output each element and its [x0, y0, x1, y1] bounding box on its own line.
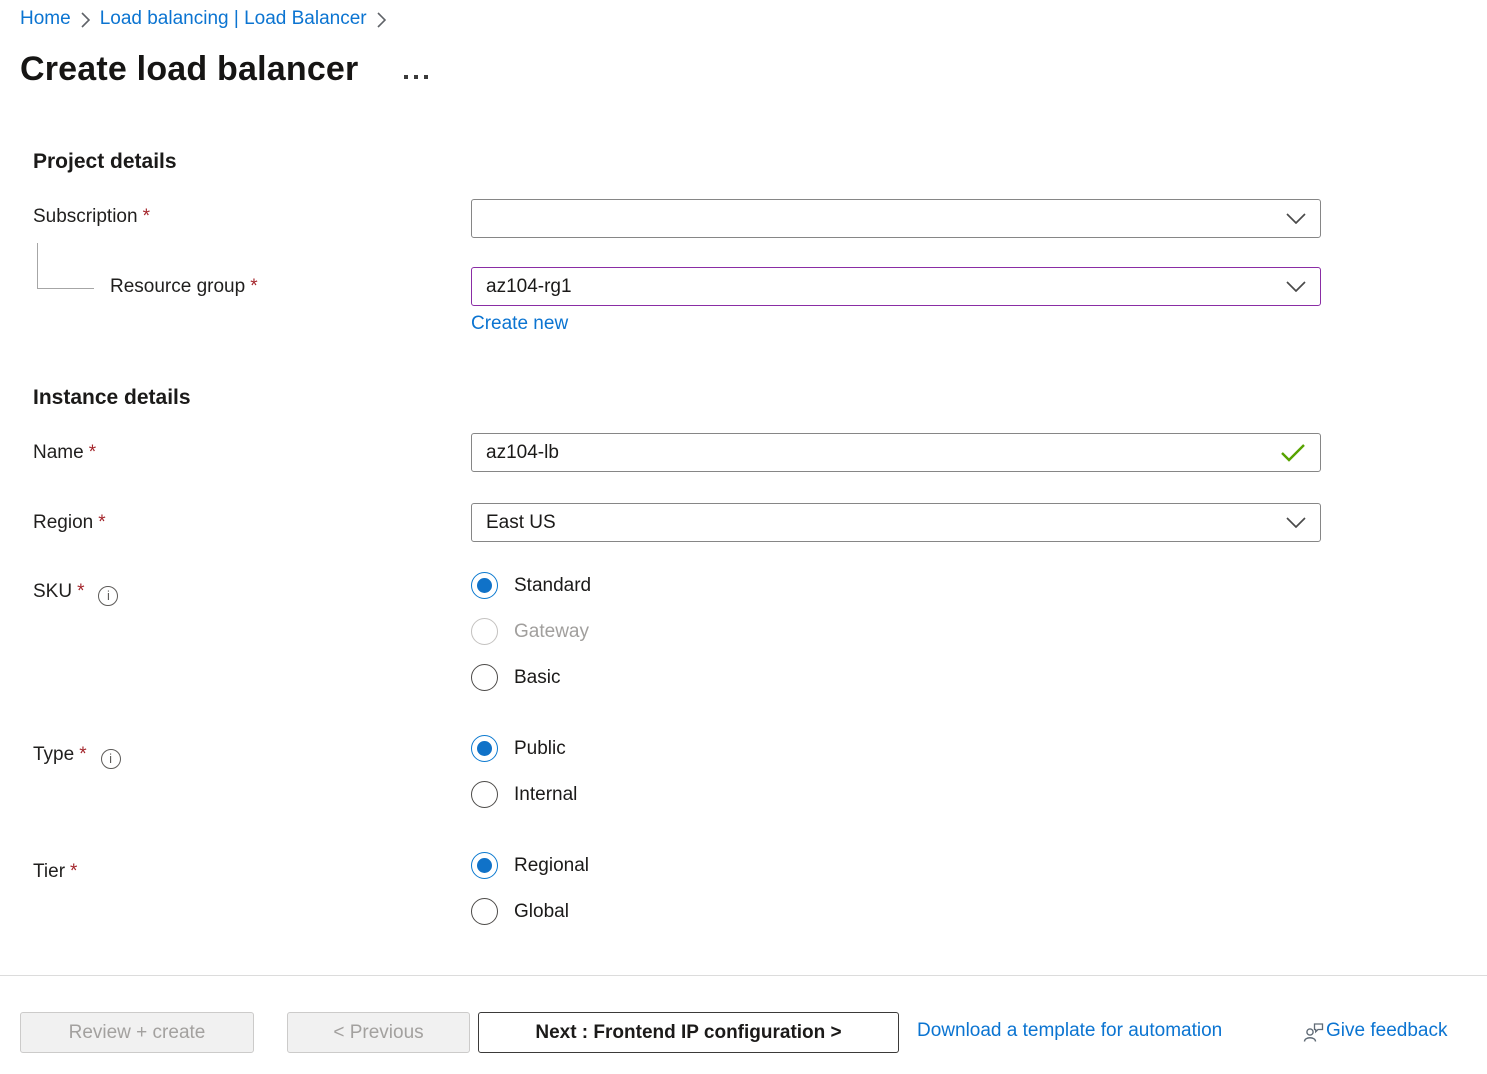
radio-basic[interactable]: Basic [471, 664, 591, 691]
required-asterisk: * [143, 206, 150, 227]
section-heading-instance-details: Instance details [33, 386, 191, 410]
radio-button-icon [471, 618, 498, 645]
section-heading-project-details: Project details [33, 150, 177, 174]
connector-line [37, 288, 94, 289]
region-value: East US [486, 512, 1278, 534]
radio-button-icon[interactable] [471, 852, 498, 879]
radio-button-icon[interactable] [471, 781, 498, 808]
radio-button-icon[interactable] [471, 664, 498, 691]
page-title: Create load balancer [20, 50, 358, 89]
name-input[interactable]: az104-lb [471, 433, 1321, 472]
more-options-ellipsis-icon[interactable] [404, 75, 428, 79]
radio-button-icon[interactable] [471, 898, 498, 925]
radio-regional[interactable]: Regional [471, 852, 589, 879]
name-value: az104-lb [486, 442, 1272, 464]
chevron-right-icon [377, 12, 386, 28]
breadcrumb: Home Load balancing | Load Balancer [20, 8, 386, 30]
radio-button-icon[interactable] [471, 572, 498, 599]
breadcrumb-link-load-balancing[interactable]: Load balancing | Load Balancer [100, 8, 367, 30]
breadcrumb-link-home[interactable]: Home [20, 8, 71, 30]
info-icon[interactable]: i [101, 749, 121, 769]
type-label: Type*i [33, 744, 121, 769]
region-dropdown[interactable]: East US [471, 503, 1321, 542]
name-label: Name* [33, 442, 96, 464]
sku-radio-group: Standard Gateway Basic [471, 572, 591, 691]
info-icon[interactable]: i [98, 586, 118, 606]
type-radio-group: Public Internal [471, 735, 577, 808]
sku-label: SKU*i [33, 581, 118, 606]
resource-group-value: az104-rg1 [486, 276, 1278, 298]
chevron-down-icon [1286, 517, 1306, 528]
tier-label: Tier* [33, 861, 77, 883]
chevron-down-icon [1286, 213, 1306, 224]
next-frontend-ip-button[interactable]: Next : Frontend IP configuration > [478, 1012, 899, 1053]
radio-gateway: Gateway [471, 618, 591, 645]
required-asterisk: * [70, 861, 77, 882]
required-asterisk: * [98, 512, 105, 533]
chevron-right-icon [81, 12, 90, 28]
resource-group-dropdown[interactable]: az104-rg1 [471, 267, 1321, 306]
tier-radio-group: Regional Global [471, 852, 589, 925]
review-create-button: Review + create [20, 1012, 254, 1053]
download-template-link[interactable]: Download a template for automation [917, 1020, 1222, 1042]
required-asterisk: * [77, 581, 84, 602]
previous-button: < Previous [287, 1012, 470, 1053]
create-new-link[interactable]: Create new [471, 313, 568, 335]
chevron-down-icon [1286, 281, 1306, 292]
resource-group-label: Resource group* [110, 276, 258, 298]
radio-internal[interactable]: Internal [471, 781, 577, 808]
required-asterisk: * [89, 442, 96, 463]
subscription-label: Subscription* [33, 206, 150, 228]
connector-line [37, 243, 38, 288]
feedback-icon [1303, 1022, 1324, 1042]
radio-button-icon[interactable] [471, 735, 498, 762]
give-feedback-link[interactable]: Give feedback [1303, 1020, 1447, 1042]
checkmark-valid-icon [1280, 443, 1306, 462]
radio-standard[interactable]: Standard [471, 572, 591, 599]
radio-global[interactable]: Global [471, 898, 589, 925]
radio-public[interactable]: Public [471, 735, 577, 762]
required-asterisk: * [79, 744, 86, 765]
region-label: Region* [33, 512, 106, 534]
required-asterisk: * [250, 276, 257, 297]
subscription-dropdown[interactable] [471, 199, 1321, 238]
footer-divider [0, 975, 1487, 976]
